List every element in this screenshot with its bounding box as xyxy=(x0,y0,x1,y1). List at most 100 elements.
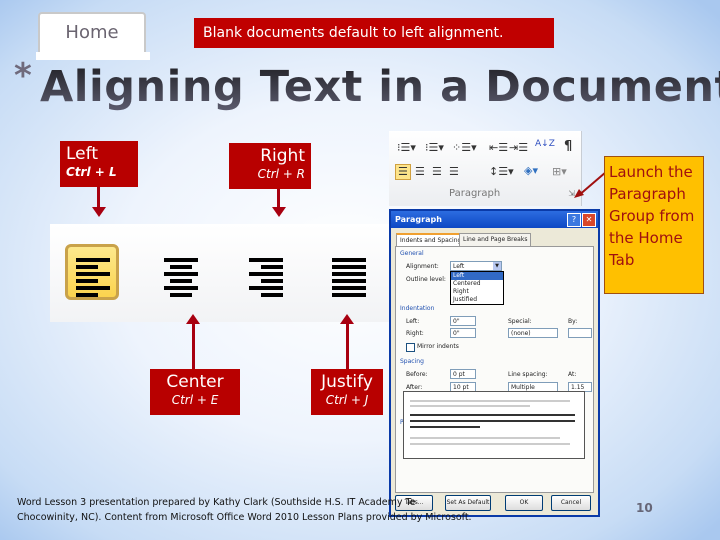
numbering-icon[interactable]: ⁝☰▾ xyxy=(425,141,444,155)
align-right-icon[interactable]: ☰ xyxy=(432,165,442,179)
right-arrow-head xyxy=(272,207,286,217)
before-label: Before: xyxy=(406,371,428,378)
page-number: 10 xyxy=(636,501,653,515)
indent-left-input[interactable]: 0" xyxy=(450,316,476,326)
option-justified[interactable]: Justified xyxy=(451,296,503,304)
right-label: Right xyxy=(260,146,305,166)
chevron-down-icon: ▼ xyxy=(493,262,501,270)
option-centered[interactable]: Centered xyxy=(451,280,503,288)
indent-right-label: Right: xyxy=(406,330,424,337)
by-input[interactable] xyxy=(568,328,592,338)
preview-line xyxy=(410,426,480,428)
preview-line xyxy=(410,400,570,402)
justify-shortcut-label: Justify Ctrl + J xyxy=(311,369,383,415)
align-left-button[interactable] xyxy=(65,244,119,300)
align-left-icon[interactable]: ☰ xyxy=(395,164,411,180)
line-spacing-value: Multiple xyxy=(511,384,535,391)
preview-line xyxy=(410,405,530,407)
special-select[interactable]: (none) xyxy=(508,328,558,338)
tab-indents-spacing[interactable]: Indents and Spacing xyxy=(396,233,466,247)
indent-left-label: Left: xyxy=(406,318,420,325)
paragraph-group-label: Paragraph xyxy=(449,188,501,199)
increase-indent-icon[interactable]: ⇥☰ xyxy=(509,141,528,155)
mirror-indents-checkbox[interactable] xyxy=(406,343,415,352)
left-label: Left xyxy=(66,144,98,164)
alignment-value: Left xyxy=(453,263,465,270)
indentation-section-label: Indentation xyxy=(400,305,435,312)
paragraph-ribbon-group: ⁝☰▾ ⁝☰▾ ⁘☰▾ ⇤☰ ⇥☰ A↓Z ¶ ☰ ☰ ☰ ☰ ↕☰▾ ◈▾ ⊞… xyxy=(389,131,582,206)
close-button[interactable]: ✕ xyxy=(582,213,596,227)
left-arrow-line xyxy=(97,187,100,209)
before-input[interactable]: 0 pt xyxy=(450,369,476,379)
after-label: After: xyxy=(406,384,423,391)
line-spacing-icon[interactable]: ↕☰▾ xyxy=(489,165,514,179)
help-button[interactable]: ? xyxy=(567,213,581,227)
justify-arrow-line xyxy=(346,322,349,369)
align-center-button[interactable] xyxy=(160,244,214,300)
preview-box xyxy=(403,391,585,459)
preview-line xyxy=(410,414,575,416)
justify-icon[interactable]: ☰ xyxy=(449,165,459,179)
left-arrow-head xyxy=(92,207,106,217)
note-banner: Blank documents default to left alignmen… xyxy=(194,18,554,48)
right-keys: Ctrl + R xyxy=(257,167,305,181)
left-keys: Ctrl + L xyxy=(66,165,117,179)
before-value: 0 pt xyxy=(453,371,465,378)
after-value: 10 pt xyxy=(453,384,469,391)
dialog-title: Paragraph xyxy=(395,215,442,224)
sort-icon[interactable]: A↓Z xyxy=(535,137,555,151)
center-shortcut-label: Center Ctrl + E xyxy=(150,369,240,415)
by-label: By: xyxy=(568,318,578,325)
indent-left-value: 0" xyxy=(453,318,460,325)
option-right[interactable]: Right xyxy=(451,288,503,296)
bullets-icon[interactable]: ⁝☰▾ xyxy=(397,141,416,155)
home-tab[interactable]: Home xyxy=(38,12,146,54)
justify-label: Justify xyxy=(321,372,373,392)
decrease-indent-icon[interactable]: ⇤☰ xyxy=(489,141,508,155)
general-section-label: General xyxy=(400,250,424,257)
paragraph-dialog: Paragraph ? ✕ Indents and Spacing Line a… xyxy=(389,209,600,517)
at-value: 1.15 xyxy=(571,384,585,391)
line-spacing-label: Line spacing: xyxy=(508,371,548,378)
multilevel-list-icon[interactable]: ⁘☰▾ xyxy=(452,141,477,155)
align-right-button[interactable] xyxy=(245,244,299,300)
mirror-indents-label: Mirror indents xyxy=(417,343,459,350)
show-formatting-icon[interactable]: ¶ xyxy=(564,140,572,154)
slide-title: Aligning Text in a Document xyxy=(40,62,720,112)
launch-callout: Launch the Paragraph Group from the Home… xyxy=(604,156,704,294)
home-tab-base xyxy=(36,52,150,60)
preview-line xyxy=(410,437,560,439)
special-label: Special: xyxy=(508,318,532,325)
right-arrow-line xyxy=(277,189,280,209)
home-tab-label: Home xyxy=(65,22,119,43)
set-as-default-button[interactable]: Set As Default xyxy=(445,495,491,511)
footer-line-1: Word Lesson 3 presentation prepared by K… xyxy=(17,497,416,508)
justify-keys: Ctrl + J xyxy=(325,393,369,407)
borders-icon[interactable]: ⊞▾ xyxy=(552,165,567,179)
alignment-select[interactable]: Left ▼ xyxy=(450,261,502,271)
preview-line xyxy=(410,443,570,445)
alignment-buttons-strip xyxy=(50,224,400,322)
ok-button[interactable]: OK xyxy=(505,495,543,511)
shading-icon[interactable]: ◈▾ xyxy=(524,164,538,178)
justify-button[interactable] xyxy=(328,244,382,300)
footer-credits: Word Lesson 3 presentation prepared by K… xyxy=(17,495,472,525)
bullet-asterisk: * xyxy=(14,56,32,96)
alignment-dropdown-list: Left Centered Right Justified xyxy=(450,271,504,305)
indent-right-value: 0" xyxy=(453,330,460,337)
outline-level-label: Outline level: xyxy=(406,276,446,283)
option-left[interactable]: Left xyxy=(451,272,503,280)
center-arrow-line xyxy=(192,322,195,369)
indent-right-input[interactable]: 0" xyxy=(450,328,476,338)
spacing-section-label: Spacing xyxy=(400,358,424,365)
left-shortcut-label: Left Ctrl + L xyxy=(60,141,138,187)
right-shortcut-label: Right Ctrl + R xyxy=(229,143,311,189)
preview-line xyxy=(410,420,575,422)
special-value: (none) xyxy=(511,330,531,337)
center-keys: Ctrl + E xyxy=(171,393,219,407)
at-label: At: xyxy=(568,371,577,378)
tab-line-page-breaks[interactable]: Line and Page Breaks xyxy=(459,233,532,247)
footer-line-2: Chocowinity, NC). Content from Microsoft… xyxy=(17,512,472,523)
align-center-icon[interactable]: ☰ xyxy=(415,165,425,179)
cancel-button[interactable]: Cancel xyxy=(551,495,591,511)
